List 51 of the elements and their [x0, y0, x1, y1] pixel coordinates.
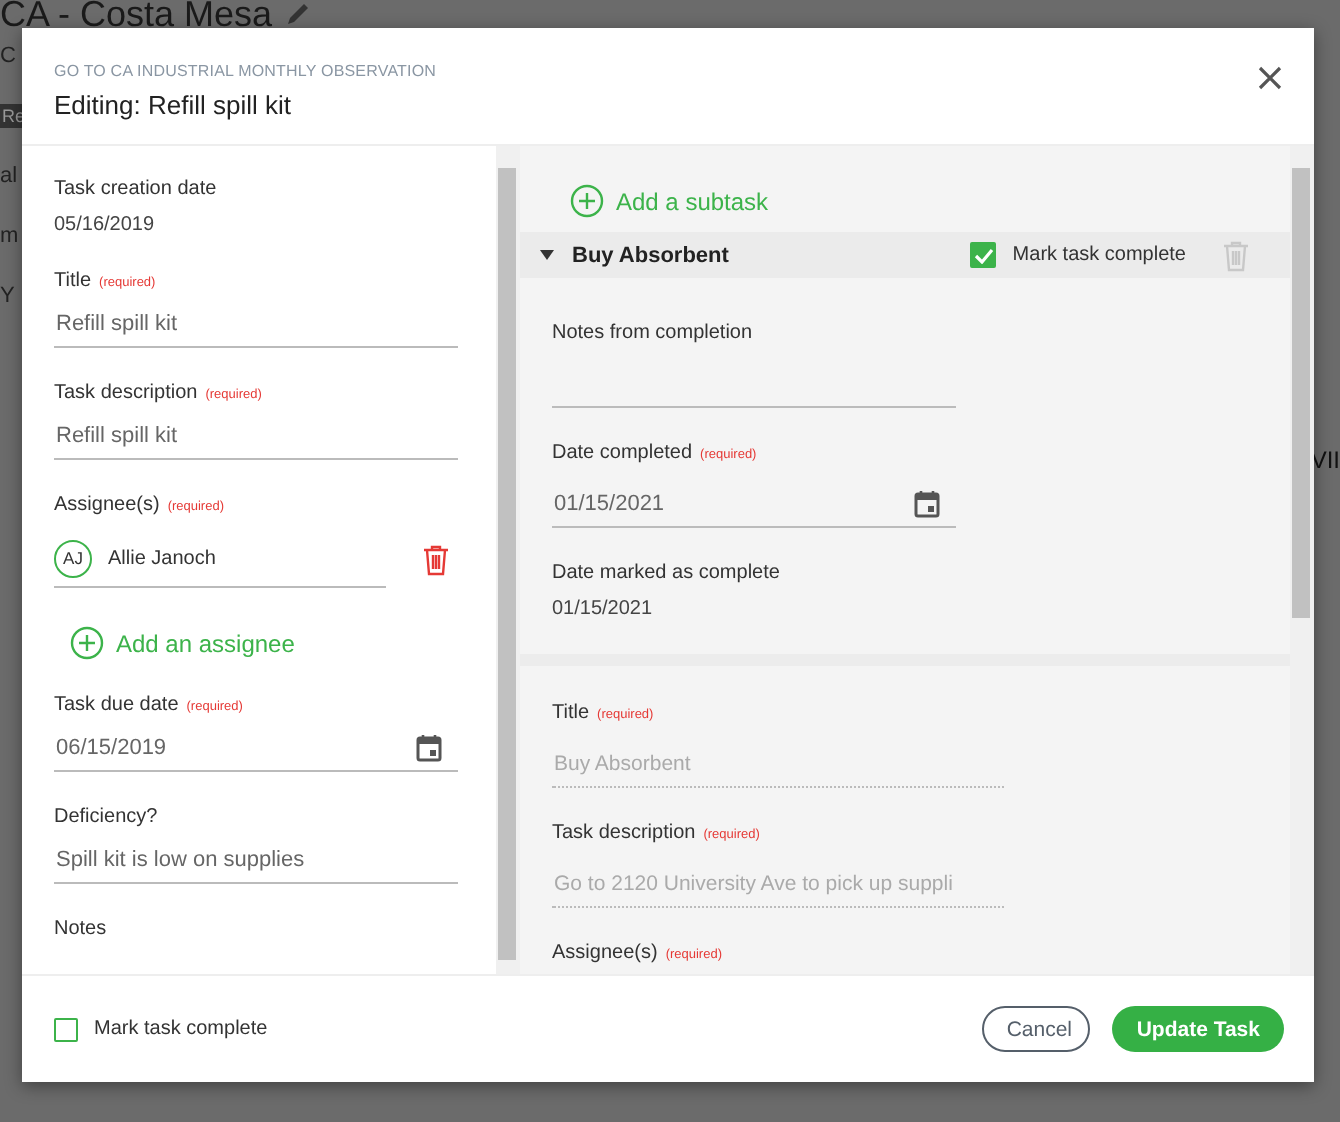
- subtask-title: Buy Absorbent: [572, 243, 731, 267]
- checkbox-label: Mark task complete: [94, 1018, 268, 1040]
- field-label: Notes from completion: [552, 322, 753, 344]
- field-label: Date completed: [552, 442, 693, 464]
- delete-button[interactable]: [422, 543, 450, 575]
- field-label: Assignee(s): [54, 494, 160, 516]
- text-field[interactable]: Refill spill kit: [54, 414, 458, 460]
- checkbox-label: Mark task complete: [1012, 244, 1186, 266]
- field-value: 05/16/2019: [54, 214, 157, 236]
- check-icon: [973, 247, 994, 263]
- page-text: m: [0, 224, 19, 248]
- caret-down-icon: [540, 248, 554, 262]
- field-label: Assignee(s): [552, 942, 658, 964]
- subtask-header[interactable]: Buy Absorbent Mark task complete: [520, 232, 1290, 278]
- plus-circle-icon: [70, 626, 104, 660]
- page-text: al: [0, 164, 18, 188]
- text-field[interactable]: Spill kit is low on supplies: [54, 838, 458, 884]
- calendar-icon: [416, 734, 442, 762]
- page-title: CA - Costa Mesa: [0, 0, 273, 28]
- trash-icon: [422, 543, 450, 575]
- field-label: Date marked as complete: [552, 562, 780, 584]
- date-field[interactable]: 01/15/2021: [552, 482, 956, 528]
- field-label: Title: [54, 270, 92, 292]
- trash-icon: [1222, 239, 1250, 271]
- date-field[interactable]: 06/15/2019: [54, 726, 458, 772]
- calendar-icon: [914, 490, 940, 518]
- dialog-subtitle: GO TO CA INDUSTRIAL MONTHLY OBSERVATION: [54, 62, 437, 80]
- field-label: Task description: [54, 382, 198, 404]
- close-button[interactable]: [1258, 66, 1282, 90]
- plus-circle-icon: [570, 184, 604, 218]
- cancel-button[interactable]: Cancel: [982, 1006, 1091, 1052]
- field-label: Task due date: [54, 694, 179, 716]
- checkbox[interactable]: [970, 242, 997, 268]
- assignee-field[interactable]: AJ Allie Janoch: [54, 530, 386, 588]
- text-field[interactable]: Refill spill kit: [54, 302, 458, 348]
- scrollbar[interactable]: [1290, 146, 1314, 974]
- close-icon: [1258, 66, 1282, 90]
- field-label: Deficiency?: [54, 806, 158, 828]
- checkbox[interactable]: [54, 1017, 78, 1041]
- page-text: Y: [0, 284, 15, 308]
- field-label: Task creation date: [54, 178, 217, 200]
- dialog-title: Editing: Refill spill kit: [54, 90, 293, 120]
- avatar-initials: AJ: [54, 539, 92, 577]
- page-text: C: [0, 44, 16, 68]
- text-field: Go to 2120 University Ave to pick up suppli: [552, 862, 1004, 908]
- text-field: Buy Absorbent: [552, 742, 1004, 788]
- field-value: 01/15/2021: [552, 598, 655, 620]
- field-label: Notes: [54, 918, 107, 940]
- scrollbar[interactable]: [496, 146, 520, 974]
- field-label: Title: [552, 702, 590, 724]
- field-label: Task description: [552, 822, 696, 844]
